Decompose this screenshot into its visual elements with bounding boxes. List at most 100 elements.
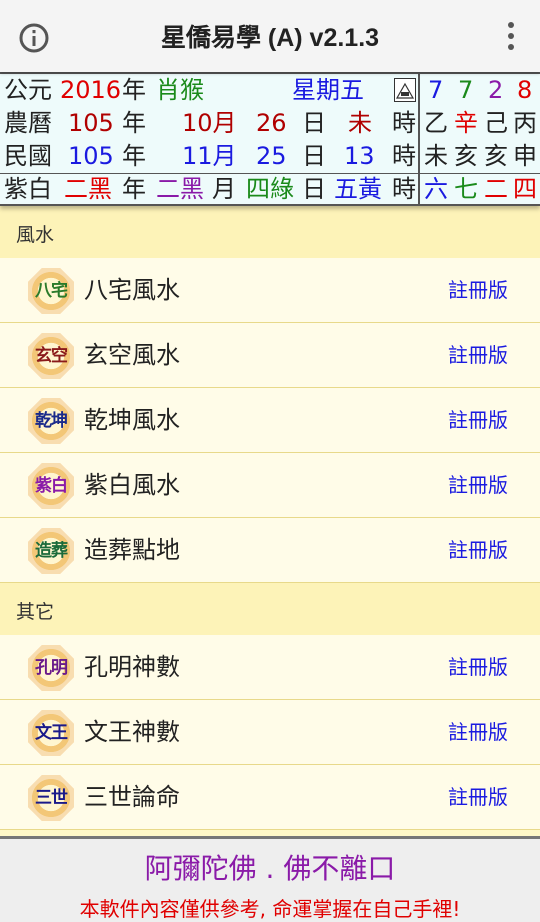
bagua-badge-icon: 文王 (28, 710, 74, 756)
hour-unit: 時 (392, 109, 416, 137)
registered-version-link[interactable]: 註冊版 (448, 453, 508, 518)
hour-unit: 時 (392, 142, 416, 170)
footer-disclaimer: 本軟件內容僅供參考, 命運掌握在自己手裡! (79, 897, 461, 921)
year-unit: 年 (122, 142, 146, 170)
bagua-badge-icon: 三世 (28, 775, 74, 821)
app-title: 星僑易學 (A) v2.1.3 (160, 24, 380, 52)
item-label: 孔明神數 (84, 653, 180, 681)
gz-num-1: 7 (428, 76, 444, 104)
lunar-month: 10月 (182, 109, 237, 137)
star-3: 二 (484, 175, 508, 203)
registered-version-link[interactable]: 註冊版 (448, 765, 508, 830)
item-label: 紫白風水 (84, 471, 180, 499)
gz-num-2: 7 (458, 76, 474, 104)
registered-version-link[interactable]: 註冊版 (448, 518, 508, 583)
weekday: 星期五 (292, 76, 364, 104)
item-label: 乾坤風水 (84, 406, 180, 434)
stem-2: 辛 (454, 109, 478, 137)
gz-num-3: 2 (488, 76, 504, 104)
branch-1: 未 (424, 142, 448, 170)
menu-list[interactable]: 風水 八宅 八宅風水 註冊版 玄空 玄空風水 註冊版 乾坤 乾坤風水 註冊版 紫白 紫白風水 註冊版 造葬… (0, 206, 540, 836)
row-label: 公元 (4, 76, 52, 104)
bagua-badge-icon: 孔明 (28, 645, 74, 691)
badge-text: 紫白 (35, 476, 68, 496)
badge-text: 玄空 (35, 346, 68, 366)
year-star: 二黑 (64, 175, 112, 203)
list-item[interactable]: 乾坤 乾坤風水 註冊版 (0, 388, 540, 453)
star-4: 四 (513, 175, 537, 203)
list-item[interactable]: 三世 三世論命 註冊版 (0, 765, 540, 830)
year-unit: 年 (122, 175, 146, 203)
row-label: 農曆 (4, 109, 52, 137)
badge-text: 造葬 (35, 541, 68, 561)
list-item[interactable]: 玄空 玄空風水 註冊版 (0, 323, 540, 388)
list-item[interactable]: 八宅 八宅風水 註冊版 (0, 258, 540, 323)
list-item[interactable]: 紫白 紫白風水 註冊版 (0, 453, 540, 518)
item-label: 三世論命 (84, 783, 180, 811)
year-unit: 年 (122, 109, 146, 137)
section-header: 其它 (0, 583, 540, 635)
item-label: 文王神數 (84, 718, 180, 746)
bagua-badge-icon: 造葬 (28, 528, 74, 574)
lunar-day: 26 (256, 109, 287, 137)
stem-3: 己 (484, 109, 508, 137)
list-item[interactable]: 孔明 孔明神數 註冊版 (0, 635, 540, 700)
branch-2: 亥 (454, 142, 478, 170)
minguo-year: 105 (68, 142, 114, 170)
badge-text: 八宅 (35, 281, 68, 301)
minguo-hour: 13 (344, 142, 375, 170)
lunar-year: 105 (68, 109, 114, 137)
stem-4: 丙 (513, 109, 537, 137)
list-item[interactable]: 造葬 造葬點地 註冊版 (0, 518, 540, 583)
bagua-badge-icon: 玄空 (28, 333, 74, 379)
registered-version-link[interactable]: 註冊版 (448, 635, 508, 700)
hour-unit: 時 (392, 175, 416, 203)
gregorian-year: 2016 (60, 76, 122, 104)
registered-version-link[interactable]: 註冊版 (448, 258, 508, 323)
registered-version-link[interactable]: 註冊版 (448, 700, 508, 765)
gz-num-4: 8 (517, 76, 533, 104)
branch-4: 申 (513, 142, 537, 170)
item-label: 八宅風水 (84, 276, 180, 304)
app-bar: 星僑易學 (A) v2.1.3 (0, 0, 540, 72)
row-label: 紫白 (4, 175, 52, 203)
registered-version-link[interactable]: 註冊版 (448, 323, 508, 388)
lunar-hour: 未 (348, 109, 372, 137)
month-unit: 月 (212, 175, 236, 203)
day-unit: 日 (302, 142, 326, 170)
minguo-day: 25 (256, 142, 287, 170)
item-label: 造葬點地 (84, 536, 180, 564)
year-unit: 年 (122, 76, 146, 104)
badge-text: 文王 (35, 723, 68, 743)
badge-text: 乾坤 (35, 411, 68, 431)
section-header: 風水 (0, 206, 540, 258)
footer-blessing: 阿彌陀佛 . 佛不離口 (144, 852, 396, 885)
item-label: 玄空風水 (84, 341, 180, 369)
stem-1: 乙 (424, 109, 448, 137)
bagua-badge-icon: 紫白 (28, 463, 74, 509)
more-vert-icon[interactable] (504, 22, 518, 52)
registered-version-link[interactable]: 註冊版 (448, 388, 508, 453)
day-star: 四綠 (246, 175, 294, 203)
calendar-row-lunar: 農曆 105 年 10月 26 日 未 時 乙 辛 己 丙 (0, 107, 540, 140)
app-logo-icon (394, 78, 416, 102)
bagua-badge-icon: 八宅 (28, 268, 74, 314)
hour-star: 五黃 (334, 175, 382, 203)
zodiac: 肖猴 (156, 76, 204, 104)
star-1: 六 (424, 175, 448, 203)
badge-text: 三世 (35, 788, 68, 808)
month-star: 二黑 (156, 175, 204, 203)
star-2: 七 (454, 175, 478, 203)
calendar-row-zibai: 紫白 二黑 年 二黑 月 四綠 日 五黃 時 六 七 二 四 (0, 173, 540, 206)
bagua-badge-icon: 乾坤 (28, 398, 74, 444)
day-unit: 日 (302, 109, 326, 137)
calendar-row-gregorian: 公元 2016 年 肖猴 星期五 7 7 2 8 (0, 74, 540, 107)
row-label: 民國 (4, 142, 52, 170)
calendar-row-minguo: 民國 105 年 11月 25 日 13 時 未 亥 亥 申 (0, 140, 540, 173)
list-item[interactable]: 文王 文王神數 註冊版 (0, 700, 540, 765)
footer-banner: 阿彌陀佛 . 佛不離口 本軟件內容僅供參考, 命運掌握在自己手裡! (0, 836, 540, 922)
calendar-panel: 公元 2016 年 肖猴 星期五 7 7 2 8 農曆 105 年 10月 26… (0, 72, 540, 206)
day-unit: 日 (302, 175, 326, 203)
branch-3: 亥 (484, 142, 508, 170)
badge-text: 孔明 (35, 658, 68, 678)
